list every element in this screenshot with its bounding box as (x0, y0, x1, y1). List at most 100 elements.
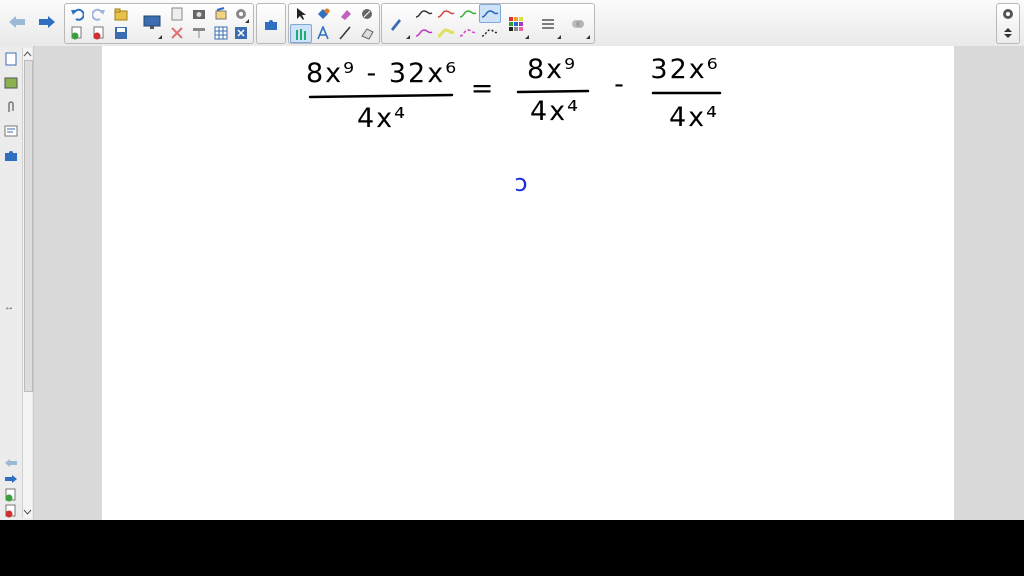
more-button[interactable] (568, 15, 588, 32)
pen-stroke-icon (481, 28, 499, 37)
shape-button[interactable] (357, 24, 377, 41)
pen-style-7[interactable] (458, 24, 478, 41)
pen-stroke-icon (437, 9, 455, 18)
magic-pen-button[interactable] (357, 5, 377, 22)
pen-stroke-icon (481, 9, 499, 18)
pen-style-3[interactable] (458, 5, 478, 22)
more-dropdown-icon[interactable] (586, 35, 590, 39)
toolbar-position-button[interactable] (998, 24, 1018, 41)
display-button[interactable] (139, 10, 165, 36)
lhs-denominator: 4x⁴ (357, 103, 407, 134)
paste-icon (171, 7, 183, 20)
addons-tab[interactable] (3, 146, 19, 164)
text-button[interactable] (313, 24, 333, 41)
colors-dropdown-icon[interactable] (525, 35, 529, 39)
eraser-button[interactable] (335, 5, 355, 22)
pens-button[interactable] (290, 24, 312, 43)
gear-icon (1003, 8, 1013, 19)
pen-style-8[interactable] (480, 24, 500, 41)
properties-button[interactable] (538, 15, 558, 32)
gallery-tab[interactable] (3, 74, 19, 92)
paste-button[interactable] (167, 5, 187, 22)
arrow-right-icon (5, 475, 17, 483)
crop-button[interactable] (211, 5, 231, 22)
pen-style-5[interactable] (414, 24, 434, 41)
attachments-tab[interactable] (3, 98, 19, 116)
page-sorter-tab[interactable] (3, 50, 19, 68)
side-panel: ↔ (0, 46, 34, 520)
save-button[interactable] (111, 24, 131, 41)
term2-numerator: 32x⁶ (650, 54, 719, 85)
fill-button[interactable] (313, 5, 333, 22)
pens-icon (296, 28, 306, 40)
term1-fraction-bar (516, 89, 590, 94)
page-delete-icon (93, 26, 104, 39)
scrollbar-thumb[interactable] (24, 60, 33, 392)
line-button[interactable] (335, 24, 355, 41)
undo-icon (71, 8, 84, 21)
puzzle-icon (265, 19, 277, 30)
arrow-right-icon (39, 16, 55, 28)
stray-ink-mark: ↄ (514, 169, 527, 197)
properties-dropdown-icon[interactable] (557, 35, 561, 39)
tools-group (288, 3, 380, 44)
eraser-icon (341, 9, 351, 20)
workspace-margin-left (34, 46, 102, 520)
pen-style-1[interactable] (414, 5, 434, 22)
whiteboard-canvas[interactable]: 8x⁹ - 32x⁶ 4x⁴ = 8x⁹ 4x⁴ - 32x⁶ 4x⁴ ↄ (102, 46, 954, 520)
addons-button[interactable] (261, 15, 281, 32)
open-button[interactable] (111, 5, 131, 22)
capture-button[interactable] (189, 5, 209, 22)
term2-denominator: 4x⁴ (669, 102, 719, 133)
minus-sign: - (614, 69, 624, 100)
settings-button[interactable] (998, 5, 1018, 22)
equals-sign: = (471, 73, 494, 104)
back-button[interactable] (6, 8, 28, 36)
page-icon (5, 52, 17, 66)
table-button[interactable] (211, 24, 231, 41)
extension-button[interactable] (231, 24, 251, 41)
line-icon (339, 26, 351, 39)
pen-button[interactable] (386, 15, 406, 32)
chevron-down-icon (23, 509, 32, 515)
puzzle-icon (5, 151, 17, 161)
resize-handle[interactable]: ↔ (4, 302, 14, 313)
select-button[interactable] (291, 5, 311, 22)
properties-tab[interactable] (3, 122, 19, 140)
redo-button[interactable] (89, 5, 109, 22)
colors-button[interactable] (506, 15, 526, 32)
monitor-icon (143, 15, 161, 29)
delete-page-button[interactable] (89, 24, 109, 41)
lhs-numerator: 8x⁹ - 32x⁶ (306, 58, 458, 89)
pen-style-6[interactable] (436, 24, 456, 41)
transparency-icon (572, 19, 584, 28)
page-delete-icon (5, 504, 16, 518)
lhs-fraction-bar (308, 93, 454, 99)
arrow-left-icon (9, 16, 25, 28)
pen-styles-group (381, 3, 595, 44)
undo-button[interactable] (67, 5, 87, 22)
term1-denominator: 4x⁴ (530, 96, 580, 127)
letterbox-bottom (0, 520, 1024, 576)
forward-button[interactable] (36, 8, 58, 36)
settings-group (996, 3, 1020, 44)
pen-style-4[interactable] (479, 4, 501, 23)
page-add-icon (71, 26, 82, 39)
display-dropdown-icon[interactable] (158, 35, 162, 39)
paperclip-icon (8, 101, 14, 112)
remove-page-button[interactable] (3, 502, 19, 520)
toggle-dropdown-icon[interactable] (245, 19, 249, 23)
pen-dropdown-icon[interactable] (406, 35, 410, 39)
delete-button[interactable] (167, 24, 187, 41)
side-panel-scrollbar[interactable] (22, 48, 33, 518)
screen-shade-button[interactable] (189, 24, 209, 41)
main-toolbar (0, 0, 1024, 47)
pen-stroke-icon (459, 28, 477, 37)
pencil-icon (391, 18, 401, 31)
save-icon (115, 26, 127, 39)
pen-style-2[interactable] (436, 5, 456, 22)
insert-page-button[interactable] (67, 24, 87, 41)
line-width-icon (542, 18, 554, 29)
crop-icon (215, 6, 227, 19)
cursor-icon (297, 7, 306, 20)
